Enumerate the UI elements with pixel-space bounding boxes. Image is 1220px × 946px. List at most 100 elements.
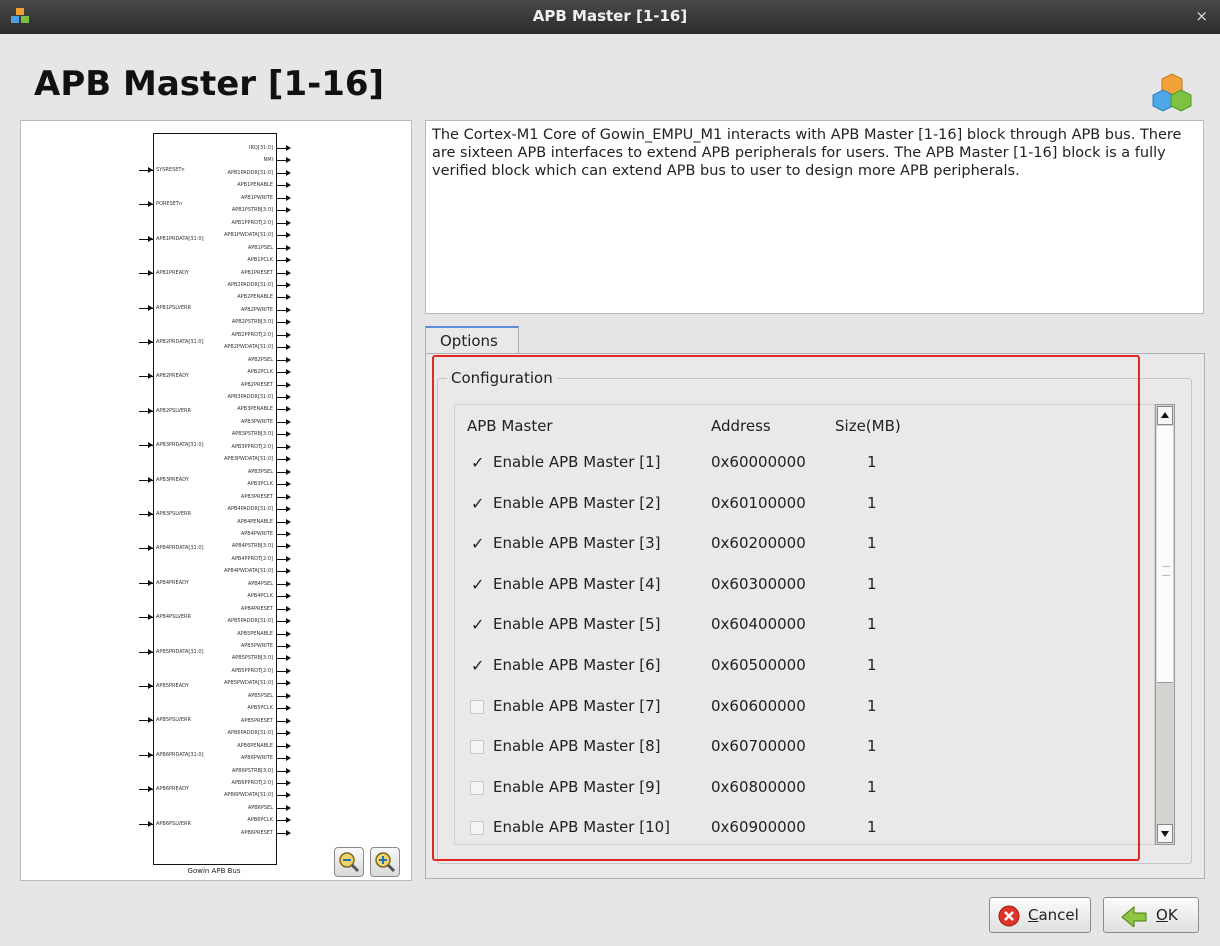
arrow-right-icon — [286, 418, 291, 425]
arrow-right-icon — [286, 344, 291, 351]
arrow-right-icon — [286, 568, 291, 575]
pin-label: APB2PREADY — [156, 373, 189, 380]
enable-checkbox[interactable] — [470, 699, 484, 714]
address-value: 0x60400000 — [711, 615, 806, 634]
arrow-right-icon — [286, 792, 291, 799]
tab-options[interactable]: Options — [425, 326, 519, 354]
pin-label: APB3PWRITE — [240, 418, 273, 425]
pin-label: APB6PPROT[2:0] — [231, 779, 274, 786]
arrow-right-icon — [148, 683, 153, 689]
config-row: ✓ Enable APB Master [6] 0x60500000 1 — [466, 655, 1146, 679]
pin-label: SYSRESETn — [156, 167, 185, 173]
pin-label: APB4PRESET — [240, 605, 273, 612]
size-value: 1 — [867, 818, 877, 837]
enable-label[interactable]: Enable APB Master [4] — [493, 575, 660, 593]
pin-label: APB5PENABLE — [237, 630, 273, 637]
arrow-right-icon — [286, 493, 291, 500]
arrow-right-icon — [286, 779, 291, 786]
arrow-right-icon — [148, 717, 153, 724]
block-diagram-panel: IRQ[31:0] NMI APB1PADDR[31:0] APB1PENABLE AP… — [20, 120, 412, 881]
enable-label[interactable]: Enable APB Master [1] — [493, 453, 660, 471]
arrow-right-icon — [286, 145, 291, 151]
enable-label[interactable]: Enable APB Master [6] — [493, 656, 660, 674]
pin-label: APB5PCLK — [247, 705, 273, 712]
column-header-apb-master: APB Master — [467, 417, 553, 435]
pin-label: APB4PCLK — [247, 593, 273, 600]
arrow-right-icon — [286, 356, 291, 363]
config-scrollbar[interactable] — [1155, 404, 1175, 845]
block-name: Gowin APB Bus — [187, 867, 241, 875]
ip-blocks-icon — [1152, 73, 1192, 112]
pin-label: APB4PSTRB[3:0] — [231, 543, 273, 550]
description-text: The Cortex-M1 Core of Gowin_EMPU_M1 inte… — [425, 120, 1204, 314]
enable-checkbox[interactable] — [470, 740, 484, 755]
arrow-right-icon — [148, 511, 153, 517]
arrow-right-icon — [286, 667, 291, 674]
enable-label[interactable]: Enable APB Master [8] — [493, 737, 660, 755]
ok-icon — [1121, 905, 1147, 927]
pin-label: APB3PWDATA[31:0] — [223, 456, 273, 463]
enable-label[interactable]: Enable APB Master [9] — [493, 778, 660, 796]
enable-checkbox[interactable]: ✓ — [470, 534, 484, 553]
grip-icon — [1162, 566, 1170, 576]
pin-label: PORESETn — [156, 201, 183, 208]
arrow-right-icon — [286, 219, 291, 226]
close-icon[interactable]: × — [1195, 7, 1208, 25]
arrow-right-icon — [286, 257, 291, 264]
enable-checkbox[interactable] — [470, 821, 484, 836]
arrow-right-icon — [286, 481, 291, 488]
scroll-up-button[interactable] — [1157, 406, 1173, 425]
pin-label: APB5PSLVERR — [156, 717, 191, 724]
ok-button[interactable]: OK — [1103, 897, 1199, 933]
pin-label: APB4PENABLE — [237, 518, 273, 525]
scroll-thumb[interactable] — [1157, 426, 1173, 683]
pin-label: APB1PPROT[2:0] — [231, 219, 274, 226]
pin-label: APB5PRESET — [240, 717, 273, 724]
arrow-right-icon — [286, 530, 291, 537]
enable-checkbox[interactable]: ✓ — [470, 575, 484, 594]
arrow-right-icon — [286, 755, 291, 762]
address-value: 0x60900000 — [711, 818, 806, 837]
pin-label: APB3PRDATA[31:0] — [156, 442, 204, 449]
size-value: 1 — [867, 656, 877, 674]
arrow-right-icon — [286, 742, 291, 749]
zoom-in-button[interactable] — [370, 847, 400, 877]
enable-checkbox[interactable]: ✓ — [470, 494, 484, 513]
address-value: 0x60000000 — [711, 453, 806, 471]
arrow-right-icon — [286, 593, 291, 600]
arrow-right-icon — [148, 201, 153, 208]
enable-checkbox[interactable]: ✓ — [470, 615, 484, 634]
enable-label[interactable]: Enable APB Master [2] — [493, 494, 660, 512]
ok-label: OK — [1156, 906, 1178, 924]
enable-label[interactable]: Enable APB Master [3] — [493, 534, 660, 552]
arrow-right-icon — [148, 476, 153, 483]
enable-checkbox[interactable]: ✓ — [470, 656, 484, 675]
arrow-right-icon — [286, 817, 291, 824]
enable-checkbox[interactable]: ✓ — [470, 453, 484, 472]
enable-label[interactable]: Enable APB Master [5] — [493, 615, 660, 633]
arrow-right-icon — [286, 555, 291, 562]
zoom-out-button[interactable] — [334, 847, 364, 877]
config-row: ✓ Enable APB Master [3] 0x60200000 1 — [466, 533, 1146, 557]
enable-label[interactable]: Enable APB Master [10] — [493, 818, 670, 836]
pin-label: APB6PSEL — [247, 804, 273, 811]
arrow-right-icon — [148, 167, 153, 173]
arrow-right-icon — [286, 618, 291, 625]
enable-label[interactable]: Enable APB Master [7] — [493, 697, 660, 715]
arrow-right-icon — [286, 605, 291, 612]
scroll-down-button[interactable] — [1157, 824, 1173, 843]
size-value: 1 — [867, 777, 877, 796]
pin-label: APB4PADDR[31:0] — [227, 506, 273, 513]
enable-checkbox[interactable] — [470, 780, 484, 795]
pin-label: APB2PADDR[31:0] — [227, 281, 273, 288]
pin-label: APB2PWRITE — [240, 306, 273, 313]
pin-label: APB3PSLVERR — [156, 511, 191, 517]
pin-label: APB4PSLVERR — [156, 614, 191, 621]
pin-label: APB6PWDATA[31:0] — [223, 792, 273, 799]
cancel-button[interactable]: Cancel — [989, 897, 1091, 933]
arrow-right-icon — [286, 443, 291, 450]
arrow-up-icon — [1161, 412, 1169, 418]
arrow-right-icon — [148, 270, 153, 277]
size-value: 1 — [867, 453, 877, 471]
configuration-group-label: Configuration — [447, 369, 557, 387]
